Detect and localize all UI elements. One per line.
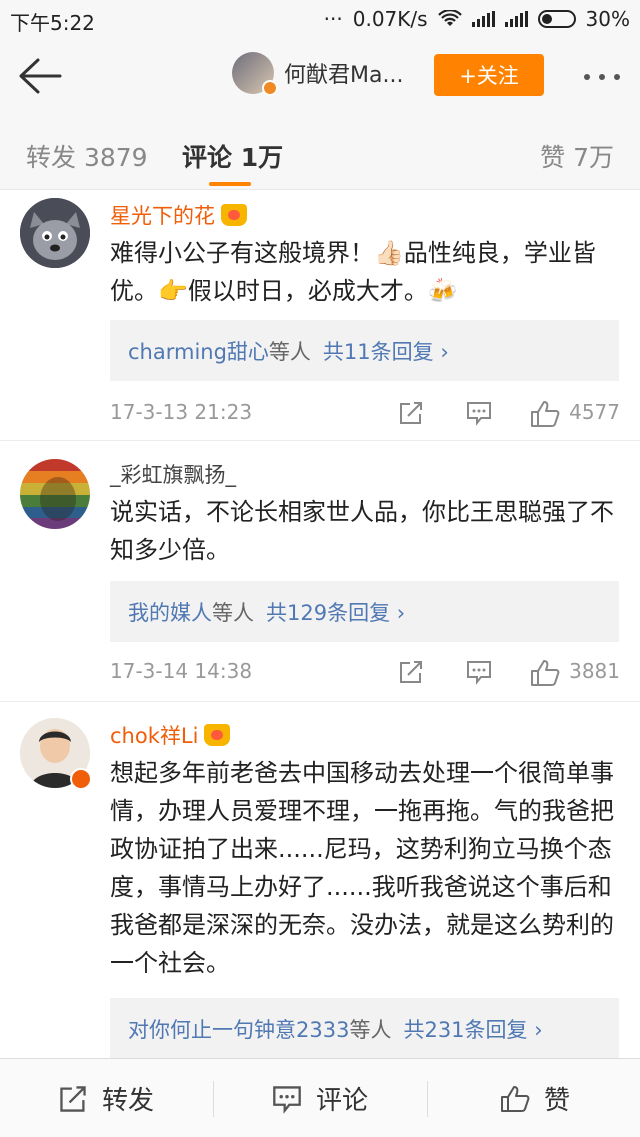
- network-speed: 0.07K/s: [352, 7, 428, 31]
- divider: [427, 1081, 428, 1117]
- comment-meta: 17-3-13 21:23 4577: [110, 400, 620, 430]
- nav-user[interactable]: 何猷君Ma...: [232, 52, 403, 96]
- battery-percent: 30%: [585, 7, 630, 31]
- avatar[interactable]: [20, 459, 90, 529]
- share-icon[interactable]: [398, 400, 424, 426]
- reply-mid: 等人: [212, 601, 254, 625]
- chevron-right-icon: ›: [440, 340, 449, 364]
- comment-date: 17-3-13 21:23: [110, 400, 253, 424]
- reply-users[interactable]: charming甜心: [128, 340, 269, 364]
- rainbow-flag-avatar-icon: [20, 459, 90, 529]
- comment-item: _彩虹旗飘扬_ 说实话，不论长相家世人品，你比王思聪强了不知多少倍。 我的媒人等…: [0, 441, 640, 701]
- comment-item: chok祥Li 想起多年前老爸去中国移动去处理一个很简单事情，办理人员爱理不理，…: [0, 702, 640, 1059]
- vip-crown-icon: [221, 204, 247, 226]
- like-count: 3881: [569, 659, 620, 683]
- like-button[interactable]: 赞: [500, 1059, 570, 1137]
- chevron-right-icon: ›: [396, 601, 406, 625]
- avatar[interactable]: [20, 718, 92, 790]
- comment-username[interactable]: _彩虹旗飘扬_: [110, 459, 236, 489]
- reply-users[interactable]: 对你何止一句钟意2333: [128, 1018, 349, 1042]
- comment-meta: 17-3-14 14:38 3881: [110, 659, 620, 689]
- username-text[interactable]: _彩虹旗飘扬_: [110, 459, 236, 489]
- vip-crown-icon: [204, 724, 231, 746]
- tab-indicator: [209, 182, 251, 186]
- reply-count[interactable]: 共11条回复: [323, 340, 434, 364]
- status-bar: 下午5:22 ··· 0.07K/s 30%: [0, 0, 640, 36]
- reply-summary[interactable]: 我的媒人等人 共129条回复 ›: [110, 581, 619, 642]
- verified-badge-icon: [70, 768, 92, 790]
- tab-bar: 转发 3879 评论 1万 赞 7万: [0, 116, 640, 190]
- chevron-right-icon: ›: [534, 1018, 543, 1042]
- comment-icon[interactable]: [466, 659, 492, 685]
- share-icon: [60, 1085, 86, 1112]
- avatar[interactable]: [232, 52, 278, 96]
- nav-bar: 何猷君Ma... +关注: [0, 36, 640, 116]
- tab-likes[interactable]: 赞 7万: [540, 138, 614, 174]
- comment-text: 说实话，不论长相家世人品，你比王思聪强了不知多少倍。: [110, 498, 614, 564]
- comment-icon: [273, 1085, 301, 1114]
- more-icon[interactable]: [584, 74, 620, 80]
- like-label: 赞: [544, 1086, 571, 1116]
- back-arrow-icon[interactable]: [16, 54, 64, 98]
- reply-summary[interactable]: charming甜心等人 共11条回复 ›: [110, 320, 619, 381]
- share-icon[interactable]: [398, 659, 424, 685]
- tab-comments[interactable]: 评论 1万: [182, 138, 283, 174]
- battery-icon: [537, 10, 576, 28]
- reply-mid: 等人: [268, 340, 311, 364]
- reply-count[interactable]: 共231条回复: [403, 1018, 527, 1042]
- tab-repost[interactable]: 转发 3879: [26, 138, 148, 174]
- avatar[interactable]: [20, 198, 90, 268]
- comment-label: 评论: [316, 1086, 369, 1116]
- comment-icon[interactable]: [466, 400, 492, 426]
- comment-text: 想起多年前老爸去中国移动去处理一个很简单事情，办理人员爱理不理，一拖再拖。气的我…: [110, 759, 614, 977]
- nav-title[interactable]: 何猷君Ma...: [284, 57, 403, 89]
- reply-count[interactable]: 共129条回复: [266, 601, 390, 625]
- like-count: 4577: [569, 400, 620, 424]
- thumbs-up-icon[interactable]: [530, 659, 560, 687]
- reply-summary[interactable]: 对你何止一句钟意2333等人 共231条回复 ›: [110, 998, 619, 1059]
- reply-mid: 等人: [349, 1018, 392, 1042]
- notification-dots: ···: [323, 7, 343, 31]
- username-text[interactable]: chok祥Li: [110, 720, 198, 750]
- comment-username[interactable]: 星光下的花: [110, 200, 247, 230]
- comment-username[interactable]: chok祥Li: [110, 720, 231, 750]
- thumbs-up-icon: [501, 1085, 530, 1112]
- repost-label: 转发: [102, 1086, 155, 1116]
- status-right: ··· 0.07K/s 30%: [324, 7, 630, 31]
- comment-text: 难得小公子有这般境界！👍🏻品性纯良，学业皆优。👉假以时日，必成大才。🍻: [110, 239, 596, 305]
- follow-button[interactable]: +关注: [434, 54, 544, 96]
- reply-users[interactable]: 我的媒人: [128, 601, 212, 625]
- wifi-icon: [437, 10, 462, 26]
- verified-badge-icon: [262, 80, 278, 96]
- signal-icon: [471, 11, 495, 27]
- signal-icon-2: [504, 11, 528, 27]
- repost-button[interactable]: 转发: [58, 1059, 154, 1137]
- bottom-action-bar: 转发 评论 赞: [0, 1058, 640, 1137]
- divider: [213, 1081, 214, 1117]
- comment-date: 17-3-14 14:38: [110, 659, 253, 683]
- comment-item: 星光下的花 难得小公子有这般境界！👍🏻品性纯良，学业皆优。👉假以时日，必成大才。…: [0, 190, 640, 440]
- comment-button[interactable]: 评论: [272, 1059, 368, 1137]
- username-text[interactable]: 星光下的花: [110, 200, 215, 230]
- status-time: 下午5:22: [10, 11, 95, 35]
- wolf-avatar-icon: [20, 198, 90, 268]
- thumbs-up-icon[interactable]: [530, 400, 560, 428]
